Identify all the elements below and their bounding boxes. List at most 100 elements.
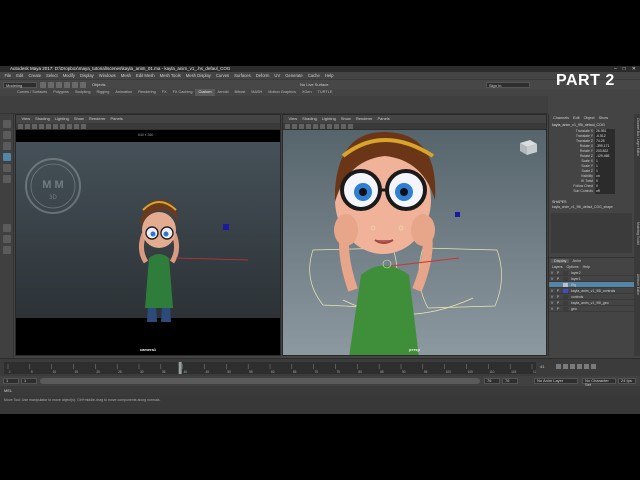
save-scene-icon[interactable] — [56, 82, 62, 88]
textured-icon[interactable] — [46, 124, 51, 129]
locator-control[interactable] — [455, 212, 460, 217]
shelf-tab-sculpting[interactable]: Sculpting — [72, 89, 94, 96]
menu-display[interactable]: Display — [78, 72, 97, 79]
side-tab-channel-box[interactable]: Channel Box / Layer Editor — [634, 118, 640, 156]
tab-display-layers[interactable]: Display — [551, 259, 570, 263]
range-slider[interactable] — [40, 378, 480, 384]
shelf-tab-turtle[interactable]: TURTLE — [315, 89, 336, 96]
shelf-tab-mash[interactable]: MASH — [248, 89, 265, 96]
mel-label[interactable]: MEL — [4, 388, 12, 393]
playback-start-field[interactable]: 1 — [21, 378, 37, 384]
isolate-icon[interactable] — [74, 124, 79, 129]
vp-menu-shading[interactable]: Shading — [33, 115, 53, 123]
layer-playback-toggle[interactable] — [555, 282, 561, 287]
locator-control[interactable] — [223, 224, 229, 230]
channel-box-node-name[interactable]: kayla_anim_v1_95i_defaul_COG — [549, 122, 634, 128]
redo-icon[interactable] — [72, 82, 78, 88]
menu-generate[interactable]: Generate — [283, 72, 305, 79]
grid-icon[interactable] — [292, 124, 297, 129]
end-time-field[interactable]: 76 — [502, 378, 518, 384]
menu-edit[interactable]: Edit — [14, 72, 26, 79]
layer-name[interactable]: kayla_anim_v1_95i_controls — [570, 288, 615, 293]
viewcube[interactable] — [518, 138, 538, 156]
vp-menu-renderer[interactable]: Renderer — [86, 115, 108, 123]
layer-name[interactable]: layer2 — [570, 270, 581, 275]
layer-playback-toggle[interactable]: P — [555, 276, 561, 281]
undo-icon[interactable] — [64, 82, 70, 88]
shelf-tab-custom[interactable]: Custom — [195, 89, 215, 96]
layer-color-swatch[interactable] — [563, 277, 568, 281]
shelf-tab-curves-surfaces[interactable]: Curves / Surfaces — [14, 89, 50, 96]
cb-menu-object[interactable]: Object — [582, 114, 597, 122]
menu-mesh[interactable]: Mesh — [118, 72, 133, 79]
layer-playback-toggle[interactable]: P — [555, 288, 561, 293]
menu-set-dropdown[interactable]: Modeling — [3, 82, 37, 88]
layer-name[interactable]: layer1 — [570, 276, 581, 281]
layer-name[interactable]: kayla_anim_v1_95i_geo — [570, 300, 609, 305]
go-to-end-icon[interactable] — [591, 364, 596, 369]
lights-icon[interactable] — [53, 124, 58, 129]
layer-color-swatch[interactable] — [563, 295, 568, 299]
shelf-tab-arnold[interactable]: Arnold — [215, 89, 232, 96]
layer-menu-options[interactable]: Options — [567, 265, 579, 269]
current-time-marker[interactable] — [178, 362, 182, 374]
xray-icon[interactable] — [334, 124, 339, 129]
current-frame-field[interactable]: 41 — [540, 364, 544, 369]
camera-icon[interactable] — [18, 124, 23, 129]
time-slider-track[interactable]: 1 5 10 15 20 25 30 35 40 45 50 55 60 65 70 75 80 85 90 95 10… — [4, 362, 536, 374]
smooth-shade-icon[interactable] — [306, 124, 311, 129]
shelf-tab-rendering[interactable]: Rendering — [135, 89, 159, 96]
character-set-dropdown[interactable]: No Character Set — [582, 378, 616, 387]
step-forward-icon[interactable] — [584, 364, 589, 369]
xray-icon[interactable] — [67, 124, 72, 129]
layer-name[interactable]: Rig — [570, 282, 576, 287]
shape-node-name[interactable]: kayla_anim_v1_95i_defaul_COG_shape — [549, 205, 634, 209]
layer-playback-toggle[interactable]: P — [555, 300, 561, 305]
vp-menu-renderer[interactable]: Renderer — [353, 115, 375, 123]
layer-color-swatch[interactable] — [563, 283, 568, 287]
side-tab-modeling-toolkit[interactable]: Modeling Toolkit — [634, 222, 640, 245]
viewport-scene-camera[interactable]: 640 x 360 M M 3D camera1 — [16, 130, 280, 355]
layer-playback-toggle[interactable]: P — [555, 294, 561, 299]
vp-menu-lighting[interactable]: Lighting — [52, 115, 71, 123]
shelf-tab-animation[interactable]: Animation — [112, 89, 135, 96]
paint-select-tool-icon[interactable] — [3, 142, 11, 150]
side-tab-attribute-editor[interactable]: Attribute Editor — [634, 274, 640, 295]
shelf-tab-bifrost[interactable]: Bifrost — [232, 89, 249, 96]
menu-windows[interactable]: Windows — [96, 72, 118, 79]
layout-four-icon[interactable] — [3, 235, 11, 243]
play-forward-icon[interactable] — [577, 364, 582, 369]
menu-curves[interactable]: Curves — [213, 72, 231, 79]
layer-color-swatch[interactable] — [563, 271, 568, 275]
resolution-gate-icon[interactable] — [81, 124, 86, 129]
layer-color-swatch[interactable] — [563, 289, 568, 293]
cb-menu-channels[interactable]: Channels — [551, 114, 571, 122]
menu-help[interactable]: Help — [322, 72, 336, 79]
play-back-icon[interactable] — [570, 364, 575, 369]
viewport-camera[interactable]: View Shading Lighting Show Renderer Pane… — [15, 114, 281, 356]
vp-menu-shading[interactable]: Shading — [300, 115, 320, 123]
selection-mode-label[interactable]: Objects — [92, 82, 106, 88]
viewport-scene-persp[interactable]: persp — [283, 130, 546, 355]
layer-color-swatch[interactable] — [563, 307, 568, 311]
viewport-persp[interactable]: View Shading Lighting Show Renderer Pane… — [282, 114, 547, 356]
camera-icon[interactable] — [285, 124, 290, 129]
smooth-shade-icon[interactable] — [39, 124, 44, 129]
command-line[interactable]: MEL — [0, 386, 640, 396]
vp-menu-lighting[interactable]: Lighting — [319, 115, 338, 123]
playback-end-field[interactable]: 76 — [484, 378, 500, 384]
vp-menu-show[interactable]: Show — [71, 115, 86, 123]
shelf-tab-fx-caching[interactable]: FX Caching — [170, 89, 196, 96]
menu-file[interactable]: File — [2, 72, 14, 79]
menu-uv[interactable]: UV — [272, 72, 283, 79]
select-tool-icon[interactable] — [3, 120, 11, 128]
time-slider[interactable]: 1 5 10 15 20 25 30 35 40 45 50 55 60 65 70 75 80 85 90 95 10… — [0, 358, 640, 376]
layer-name[interactable]: geo — [570, 306, 577, 311]
anim-layer-dropdown[interactable]: No Anim Layer — [534, 378, 578, 384]
layer-playback-toggle[interactable]: P — [555, 306, 561, 311]
layer-row[interactable]: V Pgeo — [549, 306, 634, 312]
select-hierarchy-icon[interactable] — [80, 82, 86, 88]
layer-color-swatch[interactable] — [563, 301, 568, 305]
rotate-tool-icon[interactable] — [3, 164, 11, 172]
menu-select[interactable]: Select — [44, 72, 61, 79]
